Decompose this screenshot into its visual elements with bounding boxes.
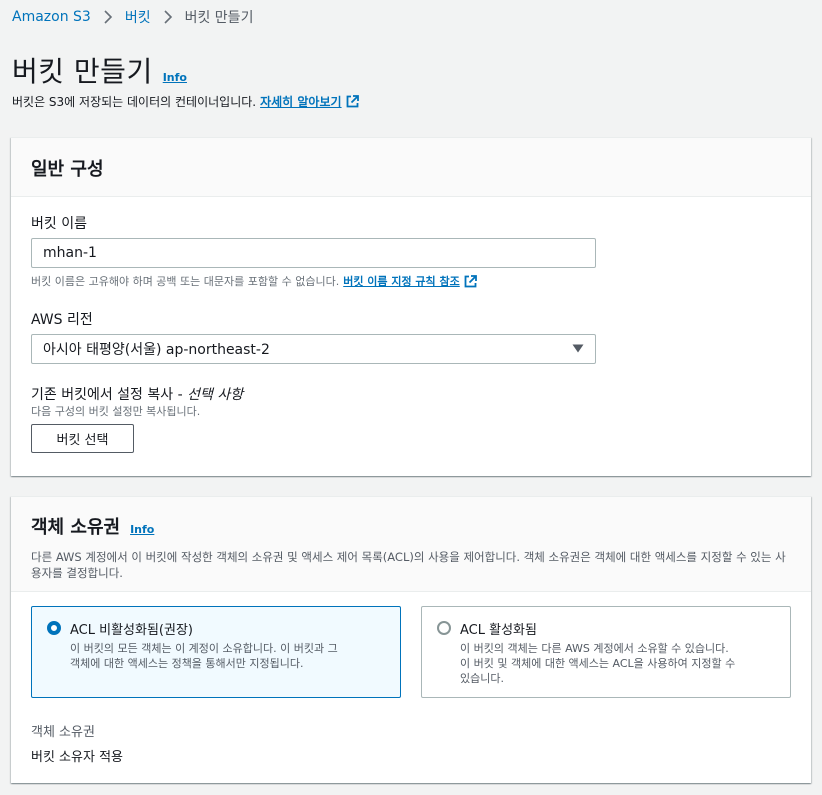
acl-enabled-desc-line: 이 버킷의 객체는 다른 AWS 계정에서 소유할 수 있습니다.: [460, 642, 729, 655]
object-ownership-result-label: 객체 소유권: [31, 725, 95, 740]
chevron-right-icon: [163, 10, 173, 24]
breadcrumb-current: 버킷 만들기: [184, 10, 254, 26]
copy-settings-label: 기존 버킷에서 설정 복사 - 선택 사항: [31, 384, 243, 404]
object-ownership-title-row: 객체 소유권 Info: [31, 513, 791, 539]
page-header: 버킷 만들기 Info: [12, 50, 187, 90]
bucket-name-label: 버킷 이름: [31, 216, 87, 232]
object-ownership-result-value: 버킷 소유자 적용: [31, 750, 123, 765]
chevron-right-icon: [103, 10, 113, 24]
learn-more-link[interactable]: 자세히 알아보기: [260, 93, 341, 110]
bucket-name-input[interactable]: [31, 238, 596, 268]
external-link-icon[interactable]: [346, 95, 359, 108]
acl-enabled-description: 이 버킷의 객체는 다른 AWS 계정에서 소유할 수 있습니다. 이 버킷 및…: [460, 641, 776, 686]
bucket-name-hint-text: 버킷 이름은 고유해야 하며 공백 또는 대문자를 포함할 수 없습니다.: [31, 275, 340, 288]
acl-disabled-radio[interactable]: [47, 621, 61, 635]
breadcrumb: Amazon S3 버킷 버킷 만들기: [12, 8, 253, 26]
copy-settings-hint: 다음 구성의 버킷 설정만 복사됩니다.: [31, 405, 201, 418]
bucket-name-hint: 버킷 이름은 고유해야 하며 공백 또는 대문자를 포함할 수 없습니다. 버킷…: [31, 273, 477, 289]
general-config-title: 일반 구성: [31, 159, 104, 180]
acl-disabled-description: 이 버킷의 모든 객체는 이 계정이 소유합니다. 이 버킷과 그 객체에 대한…: [70, 641, 386, 671]
aws-region-select[interactable]: 아시아 태평양(서울) ap-northeast-2: [31, 334, 596, 364]
breadcrumb-amazon-s3[interactable]: Amazon S3: [12, 9, 91, 25]
object-ownership-title: 객체 소유권: [31, 517, 121, 538]
bucket-naming-rules-link[interactable]: 버킷 이름 지정 규칙 참조: [343, 273, 460, 289]
acl-enabled-option[interactable]: ACL 활성화됨 이 버킷의 객체는 다른 AWS 계정에서 소유할 수 있습니…: [421, 606, 791, 698]
choose-bucket-button[interactable]: 버킷 선택: [31, 424, 134, 453]
page-description: 버킷은 S3에 저장되는 데이터의 컨테이너입니다. 자세히 알아보기: [12, 93, 359, 110]
acl-disabled-desc-line: 이 버킷의 모든 객체는 이 계정이 소유합니다. 이 버킷과 그: [70, 642, 338, 655]
copy-settings-label-text: 기존 버킷에서 설정 복사 -: [31, 387, 183, 403]
copy-settings-optional: 선택 사항: [187, 387, 244, 403]
general-config-panel: 일반 구성 버킷 이름 버킷 이름은 고유해야 하며 공백 또는 대문자를 포함…: [11, 137, 811, 476]
acl-disabled-desc-line: 객체에 대한 액세스는 정책을 통해서만 지정됩니다.: [70, 657, 304, 670]
caret-down-icon: [572, 341, 584, 357]
object-ownership-panel: 객체 소유권 Info 다른 AWS 계정에서 이 버킷에 작성한 객체의 소유…: [11, 496, 811, 783]
aws-region-value: 아시아 태평양(서울) ap-northeast-2: [43, 342, 270, 358]
acl-enabled-title: ACL 활성화됨: [460, 623, 537, 638]
acl-disabled-title: ACL 비활성화됨(권장): [70, 623, 193, 638]
acl-enabled-desc-line: 있습니다.: [460, 672, 504, 685]
object-ownership-info-link[interactable]: Info: [130, 523, 154, 536]
general-config-header: 일반 구성: [11, 138, 811, 197]
page-title: 버킷 만들기: [12, 55, 153, 88]
acl-enabled-desc-line: 이 버킷 및 객체에 대한 액세스는 ACL을 사용하여 지정할 수: [460, 657, 736, 670]
external-link-icon[interactable]: [464, 274, 477, 288]
aws-region-label: AWS 리전: [31, 312, 93, 328]
acl-disabled-option[interactable]: ACL 비활성화됨(권장) 이 버킷의 모든 객체는 이 계정이 소유합니다. …: [31, 606, 401, 698]
acl-enabled-radio[interactable]: [437, 621, 451, 635]
object-ownership-description: 다른 AWS 계정에서 이 버킷에 작성한 객체의 소유권 및 액세스 제어 목…: [31, 550, 786, 580]
page-description-text: 버킷은 S3에 저장되는 데이터의 컨테이너입니다.: [12, 95, 257, 109]
object-ownership-header: 객체 소유권 Info 다른 AWS 계정에서 이 버킷에 작성한 객체의 소유…: [11, 497, 811, 592]
breadcrumb-buckets[interactable]: 버킷: [125, 7, 151, 27]
page-info-link[interactable]: Info: [163, 71, 187, 84]
